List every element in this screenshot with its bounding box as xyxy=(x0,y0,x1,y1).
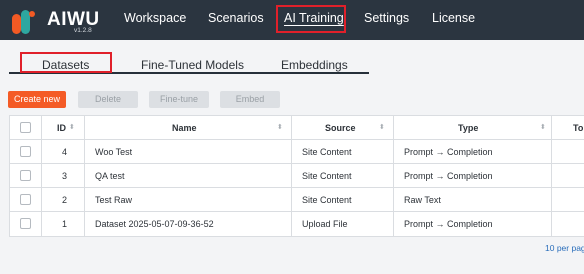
cell-name[interactable]: Test Raw xyxy=(95,188,132,212)
cell-id: 4 xyxy=(62,147,68,157)
cell-name[interactable]: Dataset 2025-05-07-09-36-52 xyxy=(95,212,214,236)
cell-name[interactable]: QA test xyxy=(95,164,125,188)
select-all-checkbox[interactable] xyxy=(20,122,31,133)
per-page-selector[interactable]: 10 per pag xyxy=(545,243,584,253)
table-row[interactable]: 3 QA test Site Content Prompt → Completi… xyxy=(10,164,584,188)
highlight-box-ai-training xyxy=(276,5,346,33)
header-type[interactable]: Type xyxy=(458,116,478,140)
cell-id: 3 xyxy=(62,171,68,181)
row-checkbox[interactable] xyxy=(20,218,31,229)
table-row[interactable]: 4 Woo Test Site Content Prompt → Complet… xyxy=(10,140,584,164)
column-divider xyxy=(41,116,42,237)
cell-source: Site Content xyxy=(302,195,352,205)
cell-type: Prompt → Completion xyxy=(404,171,493,181)
delete-button[interactable]: Delete xyxy=(78,91,138,108)
sort-icon[interactable]: ⬍ xyxy=(69,124,75,132)
table-header-row: ID ⬍ Name ⬍ Source ⬍ Type ⬍ To xyxy=(10,116,584,140)
nav-item-settings[interactable]: Settings xyxy=(364,11,409,25)
sort-icon[interactable]: ⬍ xyxy=(277,124,283,132)
header-source[interactable]: Source xyxy=(325,116,356,140)
nav-item-workspace[interactable]: Workspace xyxy=(124,11,186,25)
sort-icon[interactable]: ⬍ xyxy=(379,124,385,132)
row-checkbox[interactable] xyxy=(20,170,31,181)
header-name[interactable]: Name xyxy=(172,116,197,140)
column-divider xyxy=(291,116,292,237)
datasets-table: ID ⬍ Name ⬍ Source ⬍ Type ⬍ To 4 Woo Tes… xyxy=(9,115,584,237)
fine-tune-button[interactable]: Fine-tune xyxy=(149,91,209,108)
column-divider xyxy=(551,116,552,237)
header-id[interactable]: ID xyxy=(57,116,66,140)
table-row[interactable]: 1 Dataset 2025-05-07-09-36-52 Upload Fil… xyxy=(10,212,584,236)
top-navigation-bar: AIWU v1.2.8 Workspace Scenarios AI Train… xyxy=(0,0,584,40)
cell-type: Prompt → Completion xyxy=(404,219,493,229)
header-extra[interactable]: To xyxy=(573,116,583,140)
table-row[interactable]: 2 Test Raw Site Content Raw Text xyxy=(10,188,584,212)
tab-embeddings[interactable]: Embeddings xyxy=(281,58,348,72)
app-version: v1.2.8 xyxy=(74,27,92,34)
embed-button[interactable]: Embed xyxy=(220,91,280,108)
cell-type: Raw Text xyxy=(404,195,441,205)
row-checkbox[interactable] xyxy=(20,194,31,205)
create-new-button[interactable]: Create new xyxy=(8,91,66,108)
cell-type: Prompt → Completion xyxy=(404,147,493,157)
nav-item-scenarios[interactable]: Scenarios xyxy=(208,11,264,25)
cell-id: 2 xyxy=(62,195,68,205)
column-divider xyxy=(84,116,85,237)
highlight-box-datasets xyxy=(20,52,112,73)
column-divider xyxy=(393,116,394,237)
cell-source: Site Content xyxy=(302,147,352,157)
cell-source: Site Content xyxy=(302,171,352,181)
cell-source: Upload File xyxy=(302,219,348,229)
cell-id: 1 xyxy=(62,219,68,229)
row-checkbox[interactable] xyxy=(20,146,31,157)
cell-name[interactable]: Woo Test xyxy=(95,140,132,164)
aiwu-logo-icon[interactable] xyxy=(9,5,39,35)
sort-icon[interactable]: ⬍ xyxy=(540,124,546,132)
nav-item-license[interactable]: License xyxy=(432,11,475,25)
tab-fine-tuned-models[interactable]: Fine-Tuned Models xyxy=(141,58,244,72)
